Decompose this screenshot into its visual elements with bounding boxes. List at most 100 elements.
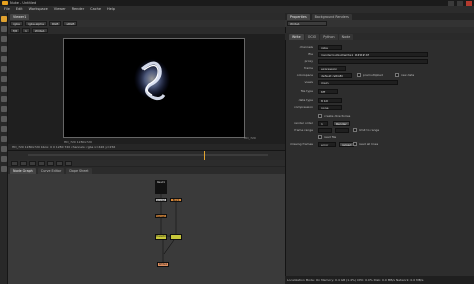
viewed-node-dropdown[interactable]: Write1 <box>31 28 48 33</box>
knob-tab-bar: Write OCIO Python Node <box>285 33 474 40</box>
graph-tab-bar: Node Graph Curve Editor Dope Sheet <box>8 167 285 174</box>
limit-to-range-checkbox[interactable] <box>353 128 357 132</box>
file-path-input[interactable]: /render/output/write1_####.tif <box>318 51 428 57</box>
node-write1[interactable]: Write1 <box>157 262 169 267</box>
menu-cache[interactable]: Cache <box>90 6 101 13</box>
missing-frames-label: missing frames <box>290 142 313 146</box>
node-graph[interactable]: Read1 Grade1 Blur1 Merge1 Transform1 Wri… <box>8 174 285 284</box>
create-directories-checkbox[interactable] <box>318 114 322 118</box>
merge-nodes-icon[interactable] <box>1 86 7 92</box>
other-nodes-icon[interactable] <box>1 166 7 172</box>
draw-nodes-icon[interactable] <box>1 26 7 32</box>
go-to-end-button[interactable] <box>65 160 72 166</box>
frame-range-label: frame range <box>294 128 313 132</box>
play-forward-button[interactable] <box>47 160 54 166</box>
channel-nodes-icon[interactable] <box>1 46 7 52</box>
node-merge-b[interactable] <box>170 234 182 240</box>
read-file-checkbox[interactable] <box>318 135 322 139</box>
node-name-field[interactable]: Write1 <box>287 21 327 26</box>
data-type-dropdown[interactable]: 8 bit <box>318 97 342 103</box>
time-nodes-icon[interactable] <box>1 36 7 42</box>
frame-row: frame expression <box>285 65 474 71</box>
viewer-controls-row2: f/8 1 Write1 <box>8 27 285 34</box>
step-back-button[interactable] <box>20 160 27 166</box>
views-label: views <box>304 80 313 84</box>
menu-bar: File Edit Workspace Viewer Render Cache … <box>0 6 474 13</box>
current-frame-marker[interactable] <box>204 151 205 160</box>
step-forward-button[interactable] <box>56 160 63 166</box>
render-order-label: render order <box>294 121 313 125</box>
menu-viewer[interactable]: Viewer <box>54 6 66 13</box>
keyer-nodes-icon[interactable] <box>1 76 7 82</box>
minimize-button[interactable] <box>448 0 454 6</box>
color-nodes-icon[interactable] <box>1 56 7 62</box>
missing-frames-dropdown[interactable]: error <box>318 141 336 147</box>
viewer-canvas[interactable] <box>63 38 245 138</box>
timeline[interactable] <box>8 150 285 160</box>
file-type-dropdown[interactable]: tiff <box>318 88 338 94</box>
image-nodes-icon[interactable] <box>1 16 7 22</box>
premultiplied-checkbox[interactable] <box>357 73 361 77</box>
render-button[interactable]: Render <box>333 120 350 126</box>
colorspace-label: colorspace <box>296 73 313 77</box>
window-title: Nuke - Untitled <box>10 1 37 5</box>
node-label: Transform1 <box>156 235 171 238</box>
node-merge1[interactable]: Merge1 <box>155 214 167 218</box>
nodes-toolbar <box>0 13 8 284</box>
render-order-input[interactable]: 1 <box>318 120 328 126</box>
menu-file[interactable]: File <box>4 6 10 13</box>
colorspace-dropdown[interactable]: default (sRGB) <box>318 72 352 78</box>
proxy-input[interactable] <box>318 58 428 64</box>
deep-nodes-icon[interactable] <box>1 146 7 152</box>
nuke-logo-icon <box>2 1 8 5</box>
filter-nodes-icon[interactable] <box>1 66 7 72</box>
read-file-row: read file <box>285 134 474 140</box>
frame-label: frame <box>304 66 313 70</box>
menu-help[interactable]: Help <box>107 6 115 13</box>
tab-write[interactable]: Write <box>289 34 304 40</box>
read-all-lines-checkbox[interactable] <box>353 142 357 146</box>
channels-dropdown[interactable]: rgba <box>318 44 342 50</box>
stop-button[interactable] <box>38 160 45 166</box>
transform-nodes-icon[interactable] <box>1 96 7 102</box>
node-blur1[interactable]: Blur1 <box>170 198 182 202</box>
create-dirs-row: create directories <box>285 113 474 119</box>
views-nodes-icon[interactable] <box>1 116 7 122</box>
views-dropdown[interactable]: main <box>318 79 398 85</box>
alpha-dropdown[interactable]: rgba.alpha <box>24 21 47 26</box>
node-transform1[interactable]: Transform1 <box>155 234 171 240</box>
frame-mode-dropdown[interactable]: expression <box>318 65 346 71</box>
colorspace-dropdown[interactable]: RGB <box>48 21 62 26</box>
frame-field[interactable]: 1 <box>21 28 30 33</box>
compression-dropdown[interactable]: none <box>318 104 342 110</box>
tab-python[interactable]: Python <box>320 34 338 40</box>
menu-render[interactable]: Render <box>72 6 84 13</box>
node-read1[interactable]: Read1 <box>155 180 167 194</box>
channels-label: channels <box>299 45 313 49</box>
node-grade1[interactable]: Grade1 <box>155 198 167 202</box>
colorspace-row: colorspace default (sRGB) premultiplied … <box>285 72 474 78</box>
menu-workspace[interactable]: Workspace <box>29 6 48 13</box>
channels-dropdown[interactable]: rgba <box>10 21 23 26</box>
raw-data-checkbox[interactable] <box>395 73 399 77</box>
tab-ocio[interactable]: OCIO <box>304 34 320 40</box>
3d-nodes-icon[interactable] <box>1 106 7 112</box>
menu-edit[interactable]: Edit <box>16 6 23 13</box>
particles-nodes-icon[interactable] <box>1 136 7 142</box>
frame-range-end[interactable] <box>335 127 349 133</box>
lut-dropdown[interactable]: sRGB <box>63 21 78 26</box>
zoom-dropdown[interactable]: f/8 <box>10 28 20 33</box>
close-button[interactable] <box>466 0 472 6</box>
play-backward-button[interactable] <box>29 160 36 166</box>
toolsets-icon[interactable] <box>1 156 7 162</box>
playback-controls <box>8 160 285 166</box>
metadata-nodes-icon[interactable] <box>1 126 7 132</box>
missing-frames-row: missing frames error reload read all lin… <box>285 141 474 147</box>
maximize-button[interactable] <box>457 0 463 6</box>
tab-node[interactable]: Node <box>338 34 354 40</box>
frame-range-start[interactable] <box>318 127 332 133</box>
premultiplied-label: premultiplied <box>363 73 383 77</box>
file-row: file /render/output/write1_####.tif <box>285 51 474 57</box>
go-to-start-button[interactable] <box>11 160 18 166</box>
timeline-track[interactable] <box>28 154 268 156</box>
